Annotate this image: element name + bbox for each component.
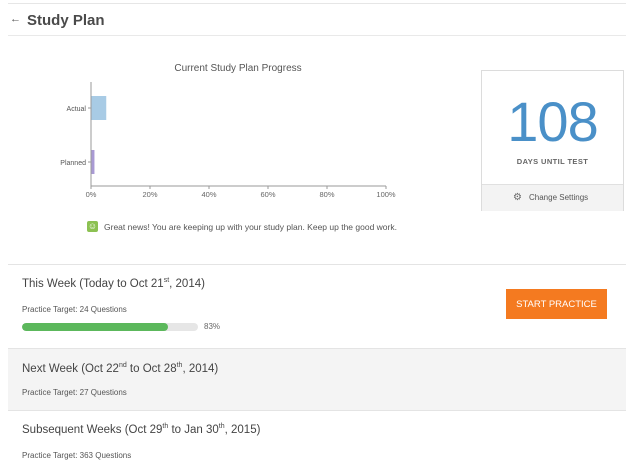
week-title: Next Week (Oct 22nd to Oct 28th, 2014): [22, 362, 219, 375]
category-label: Planned: [60, 160, 86, 167]
next-week-section: Next Week (Oct 22nd to Oct 28th, 2014) P…: [8, 348, 626, 410]
practice-target: Practice Target: 24 Questions: [22, 305, 127, 314]
x-tick-label: 20%: [142, 190, 157, 199]
progress-fill: [22, 323, 169, 331]
progress-percent: 83%: [204, 322, 221, 331]
subsequent-weeks-section: Subsequent Weeks (Oct 29th to Jan 30th, …: [8, 410, 626, 466]
progress-bar: [22, 323, 198, 331]
bar-actual: [91, 96, 107, 120]
start-practice-button[interactable]: START PRACTICE: [506, 289, 607, 319]
change-settings-label[interactable]: Change Settings: [529, 193, 588, 202]
x-tick-label: 100%: [376, 190, 396, 199]
status-message: Great news! You are keeping up with your…: [104, 222, 397, 232]
x-tick-label: 80%: [319, 190, 334, 199]
change-settings-link[interactable]: ⚙ Change Settings: [482, 184, 623, 211]
week-title: Subsequent Weeks (Oct 29th to Jan 30th, …: [22, 423, 261, 436]
practice-target: Practice Target: 363 Questions: [22, 451, 132, 460]
week-title: This Week (Today to Oct 21st, 2014): [22, 277, 205, 290]
this-week-section: This Week (Today to Oct 21st, 2014) Prac…: [8, 264, 626, 348]
x-tick-label: 60%: [260, 190, 275, 199]
days-label: DAYS UNTIL TEST: [516, 157, 589, 166]
gear-icon: ⚙: [513, 192, 522, 203]
days-until-test-card: 108 DAYS UNTIL TEST ⚙ Change Settings: [481, 70, 624, 211]
x-tick-label: 40%: [201, 190, 216, 199]
days-count: 108: [507, 90, 598, 153]
bar-planned: [91, 150, 95, 174]
smiley-icon: ☺: [87, 221, 98, 232]
x-tick-label: 0%: [86, 190, 97, 199]
practice-target: Practice Target: 27 Questions: [22, 388, 127, 397]
category-label: Actual: [67, 106, 87, 113]
